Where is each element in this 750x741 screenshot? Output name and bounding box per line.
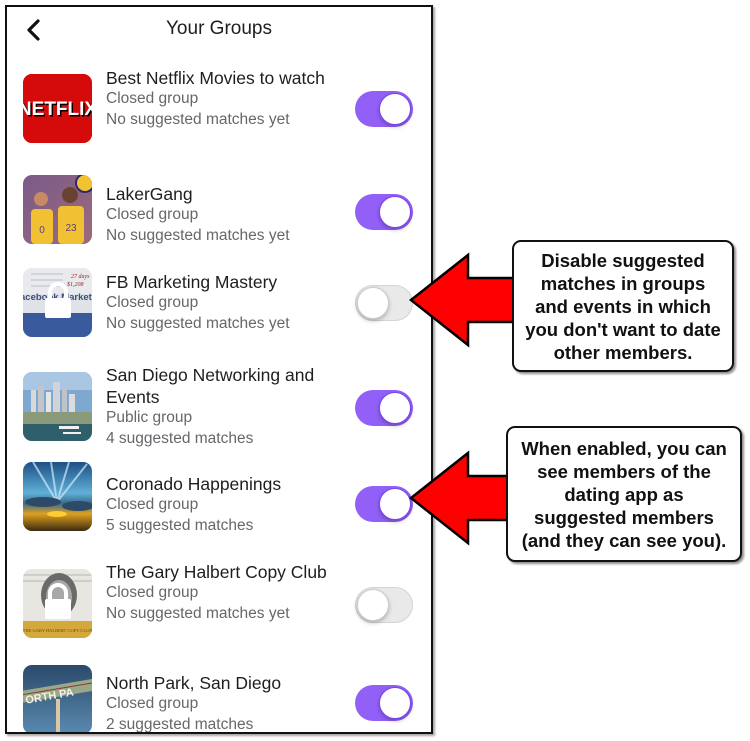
group-name: FB Marketing Mastery (106, 272, 278, 292)
suggested-matches-toggle[interactable] (355, 685, 413, 721)
group-info: The Gary Halbert Copy Club Closed group … (106, 561, 346, 624)
suggested-matches-toggle[interactable] (355, 587, 413, 623)
svg-text:27 days: 27 days (71, 274, 90, 280)
group-info: LakerGang Closed group No suggested matc… (106, 183, 346, 246)
group-matches: No suggested matches yet (106, 110, 290, 128)
group-privacy: Closed group (106, 584, 199, 601)
group-item[interactable]: ORTH PA North Park, San Diego Closed gro… (7, 657, 431, 733)
group-privacy: Public group (106, 409, 193, 426)
suggested-matches-toggle[interactable] (355, 91, 413, 127)
group-item[interactable]: 27 days $1,208 acebook Marketing M FB Ma… (7, 266, 431, 356)
red-arrow-icon (408, 252, 528, 348)
group-thumbnail-north-park: ORTH PA (23, 665, 92, 732)
group-matches: No suggested matches yet (106, 314, 290, 332)
toggle-knob (379, 196, 411, 228)
annotation-callout-enable: When enabled, you can see members of the… (506, 426, 742, 562)
group-matches: 2 suggested matches (106, 715, 254, 733)
group-name: The Gary Halbert Copy Club (106, 562, 327, 582)
group-item[interactable]: San Diego Networking and Events Public g… (7, 360, 431, 450)
svg-text:23: 23 (65, 223, 77, 234)
toggle-knob (379, 488, 411, 520)
header: Your Groups (7, 7, 431, 57)
group-item[interactable]: NETFLIX NETFLIX Best Netflix Movies to w… (7, 62, 431, 152)
annotation-callout-disable: Disable suggested matches in groups and … (512, 240, 734, 372)
suggested-matches-toggle[interactable] (355, 285, 413, 321)
group-thumbnail-netflix: NETFLIX NETFLIX (23, 74, 92, 143)
suggested-matches-toggle[interactable] (355, 390, 413, 426)
group-privacy: Closed group (106, 90, 199, 107)
group-info: Best Netflix Movies to watch Closed grou… (106, 67, 346, 130)
group-thumbnail-coronado (23, 462, 92, 531)
group-privacy: Closed group (106, 695, 199, 712)
phone-screen: Your Groups NETFLIX NETFLIX Best Netflix… (5, 5, 433, 734)
group-name: North Park, San Diego (106, 673, 282, 693)
toggle-knob (357, 287, 389, 319)
toggle-knob (379, 93, 411, 125)
toggle-knob (357, 589, 389, 621)
group-thumbnail-gary-halbert: THE GARY HALBERT COPY CLUB (23, 569, 92, 638)
group-name: San Diego Networking and Events (106, 365, 315, 407)
group-name: Coronado Happenings (106, 474, 282, 494)
group-name: LakerGang (106, 184, 193, 204)
toggle-knob (379, 687, 411, 719)
group-info: Coronado Happenings Closed group 5 sugge… (106, 473, 346, 536)
netflix-logo-text: NETFLIX (23, 99, 92, 120)
svg-text:$1,208: $1,208 (67, 281, 84, 288)
group-thumbnail-lakers: 0 23 (23, 175, 92, 244)
toggle-knob (379, 392, 411, 424)
page-title: Your Groups (166, 18, 272, 39)
svg-text:THE GARY HALBERT COPY CLUB: THE GARY HALBERT COPY CLUB (23, 628, 92, 633)
group-info: FB Marketing Mastery Closed group No sug… (106, 271, 346, 334)
group-thumbnail-san-diego (23, 372, 92, 441)
group-item[interactable]: 0 23 LakerGang Closed group No suggested… (7, 171, 431, 261)
group-matches: 5 suggested matches (106, 516, 254, 534)
suggested-matches-toggle[interactable] (355, 486, 413, 522)
suggested-matches-toggle[interactable] (355, 194, 413, 230)
group-info: San Diego Networking and Events Public g… (106, 364, 346, 449)
group-matches: No suggested matches yet (106, 604, 290, 622)
group-thumbnail-fb-marketing: 27 days $1,208 acebook Marketing M (23, 268, 92, 337)
group-item[interactable]: THE GARY HALBERT COPY CLUB The Gary Halb… (7, 558, 431, 648)
group-matches: 4 suggested matches (106, 429, 254, 447)
group-privacy: Closed group (106, 294, 199, 311)
group-privacy: Closed group (106, 206, 199, 223)
svg-text:0: 0 (39, 225, 45, 236)
group-name: Best Netflix Movies to watch (106, 68, 325, 88)
group-matches: No suggested matches yet (106, 226, 290, 244)
group-item[interactable]: Coronado Happenings Closed group 5 sugge… (7, 459, 431, 549)
group-privacy: Closed group (106, 496, 199, 513)
group-info: North Park, San Diego Closed group 2 sug… (106, 672, 346, 733)
